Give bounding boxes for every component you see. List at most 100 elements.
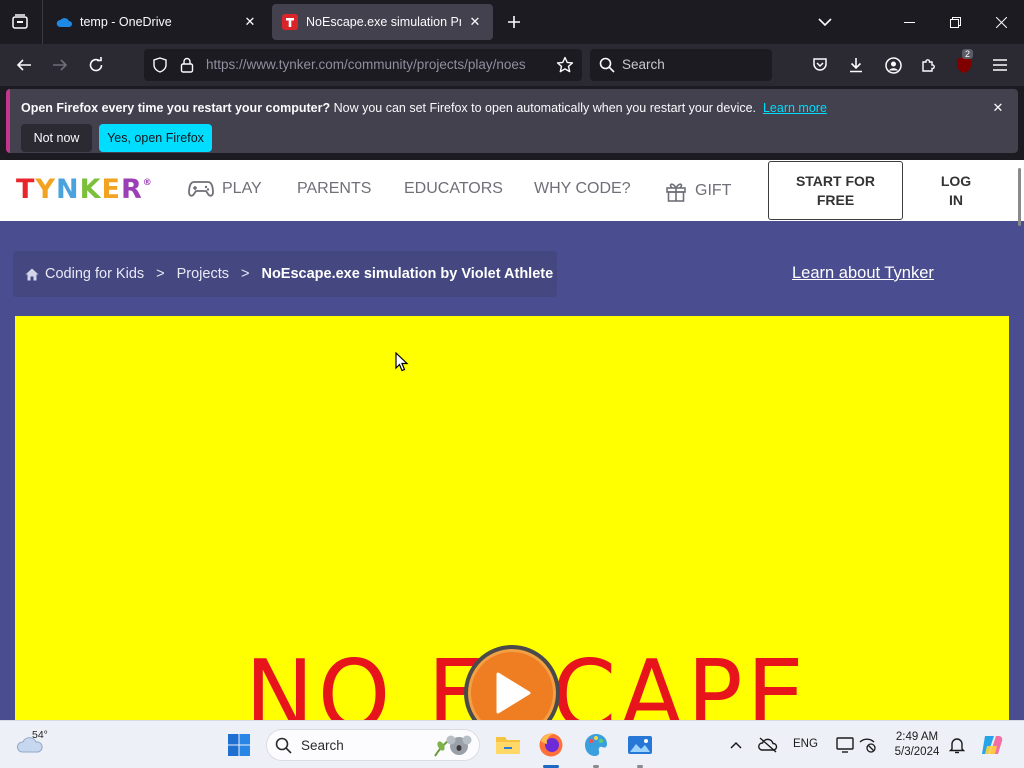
- back-button[interactable]: [10, 51, 38, 79]
- search-icon: [275, 737, 292, 754]
- yes-open-firefox-button[interactable]: Yes, open Firefox: [99, 124, 212, 152]
- nav-gift[interactable]: GIFT: [665, 180, 731, 202]
- arrow-left-icon: [16, 59, 31, 71]
- tab-onedrive[interactable]: temp - OneDrive ✕: [46, 4, 268, 40]
- plus-icon: [508, 16, 520, 28]
- paint-app-button[interactable]: [580, 729, 612, 761]
- tab-title: NoEscape.exe simulation Projec: [306, 15, 461, 29]
- close-window-button[interactable]: [978, 0, 1024, 44]
- account-button[interactable]: [879, 51, 907, 79]
- lock-icon[interactable]: [177, 55, 197, 75]
- firefox-icon: [539, 733, 563, 757]
- tynker-logo[interactable]: T Y N K E R ®: [16, 172, 153, 206]
- taskbar-search-label: Search: [301, 738, 344, 753]
- taskbar-search[interactable]: Search: [266, 729, 480, 761]
- search-placeholder: Search: [622, 57, 665, 72]
- restore-button[interactable]: [932, 0, 978, 44]
- nav-educators[interactable]: EDUCATORS: [404, 180, 503, 198]
- start-for-free-button[interactable]: START FOR FREE: [768, 161, 903, 220]
- weather-temperature: 54°: [32, 729, 48, 741]
- download-icon: [850, 58, 862, 73]
- log-in-button[interactable]: LOG IN: [920, 172, 992, 210]
- breadcrumb-projects[interactable]: Projects: [177, 266, 229, 282]
- window-controls: [886, 0, 1024, 44]
- copilot-icon: [982, 736, 1003, 754]
- nav-parents[interactable]: PARENTS: [297, 180, 371, 198]
- tab-title: temp - OneDrive: [80, 15, 172, 29]
- network-volume-tray-button[interactable]: [852, 729, 884, 761]
- tab-tynker-project[interactable]: NoEscape.exe simulation Projec ✕: [272, 4, 493, 40]
- network-muted-icon: [859, 738, 876, 753]
- play-icon: [496, 672, 531, 714]
- taskbar-clock[interactable]: 2:49 AM 5/3/2024: [887, 730, 947, 760]
- notification-text: Now you can set Firefox to open automati…: [330, 101, 757, 115]
- onedrive-tray-button[interactable]: [752, 729, 784, 761]
- clock-date: 5/3/2024: [894, 746, 940, 758]
- close-notification-icon[interactable]: ✕: [990, 100, 1006, 116]
- close-tab-icon[interactable]: ✕: [467, 14, 483, 30]
- chevron-down-icon: [818, 18, 832, 27]
- notifications-button[interactable]: [941, 729, 973, 761]
- url-text[interactable]: https://www.tynker.com/community/project…: [206, 57, 546, 72]
- show-hidden-icons-button[interactable]: [720, 729, 752, 761]
- minimize-icon: [903, 21, 915, 23]
- cloud-offline-icon: [758, 737, 778, 753]
- search-bar[interactable]: Search: [590, 49, 772, 81]
- reload-icon: [89, 57, 103, 72]
- close-tab-icon[interactable]: ✕: [242, 14, 258, 30]
- page-scrollbar[interactable]: [1018, 168, 1021, 226]
- close-icon: [995, 16, 1007, 28]
- tynker-favicon-icon: [282, 14, 298, 30]
- gift-icon: [666, 183, 686, 202]
- learn-more-link[interactable]: Learn more: [763, 101, 827, 115]
- photos-icon: [628, 736, 652, 754]
- firefox-view-button[interactable]: [6, 8, 34, 36]
- navigation-toolbar: https://www.tynker.com/community/project…: [0, 44, 1024, 86]
- reload-button[interactable]: [82, 51, 110, 79]
- extensions-button[interactable]: [915, 51, 943, 79]
- login-line-2: IN: [949, 192, 963, 208]
- chevron-up-icon: [730, 741, 742, 749]
- notification-message: Open Firefox every time you restart your…: [21, 101, 827, 115]
- paint-palette-icon: [585, 734, 607, 756]
- puzzle-icon: [922, 59, 935, 72]
- mouse-cursor-icon: [395, 352, 409, 372]
- nav-gift-label: GIFT: [695, 182, 732, 199]
- notification-bar: Open Firefox every time you restart your…: [6, 89, 1018, 153]
- pocket-button[interactable]: [806, 51, 834, 79]
- file-explorer-button[interactable]: [492, 729, 524, 761]
- login-line-1: LOG: [940, 173, 972, 189]
- shield-icon[interactable]: [150, 55, 170, 75]
- nav-why-code[interactable]: WHY CODE?: [534, 180, 631, 198]
- breadcrumb-home[interactable]: Coding for Kids: [45, 266, 144, 282]
- list-all-tabs-button[interactable]: [813, 10, 837, 34]
- not-now-button[interactable]: Not now: [21, 124, 92, 152]
- tab-strip: temp - OneDrive ✕ NoEscape.exe simulatio…: [0, 0, 1024, 44]
- learn-about-tynker-link[interactable]: Learn about Tynker: [792, 264, 934, 283]
- copilot-button[interactable]: [976, 729, 1008, 761]
- url-bar[interactable]: https://www.tynker.com/community/project…: [144, 49, 582, 81]
- forward-button[interactable]: [46, 51, 74, 79]
- account-icon: [884, 56, 902, 74]
- start-line-2: FREE: [816, 191, 855, 208]
- downloads-button[interactable]: [842, 51, 870, 79]
- app-menu-button[interactable]: [986, 51, 1014, 79]
- hamburger-menu-icon: [993, 59, 1007, 71]
- folder-icon: [496, 737, 520, 754]
- photos-app-button[interactable]: [624, 729, 656, 761]
- bookmark-star-icon[interactable]: [555, 55, 575, 75]
- pocket-icon: [813, 58, 827, 71]
- koala-search-highlight-icon: [434, 735, 472, 757]
- nav-play[interactable]: PLAY: [188, 180, 262, 198]
- project-stage[interactable]: NO ESCAPE: [15, 316, 1009, 720]
- new-tab-button[interactable]: [502, 10, 526, 34]
- search-icon: [598, 56, 616, 74]
- firefox-taskbar-button[interactable]: [535, 729, 567, 761]
- language-indicator[interactable]: ENG: [793, 738, 818, 750]
- start-button[interactable]: [223, 729, 255, 761]
- bell-icon: [949, 737, 965, 753]
- minimize-button[interactable]: [886, 0, 932, 44]
- firefox-view-icon: [12, 14, 28, 29]
- site-header: T Y N K E R ® PLAY PARENTS EDUCATORS WHY CODE?…: [0, 160, 1024, 226]
- ublock-extension-button[interactable]: 2: [950, 49, 978, 79]
